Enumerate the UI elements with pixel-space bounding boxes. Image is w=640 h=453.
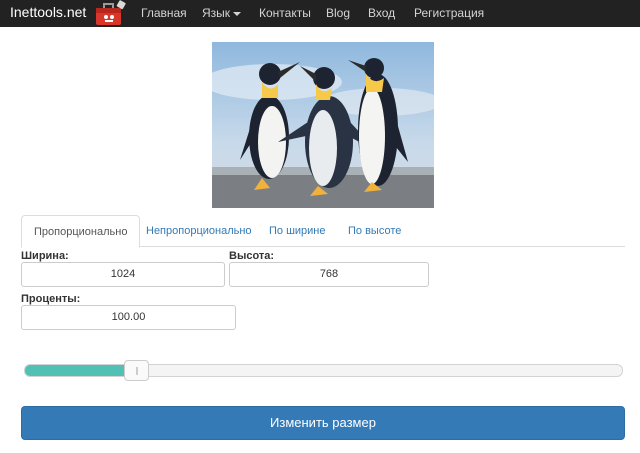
grip-icon — [136, 367, 138, 375]
tab-proportional[interactable]: Пропорционально — [21, 215, 141, 248]
nav-item-contacts[interactable]: Контакты — [259, 6, 311, 20]
nav-item-home[interactable]: Главная — [141, 6, 187, 20]
tab-by-width[interactable]: По ширине — [257, 215, 338, 247]
slider-fill — [25, 365, 124, 376]
caret-down-icon — [233, 11, 242, 16]
height-input[interactable]: 768 — [229, 262, 429, 287]
percent-input[interactable]: 100.00 — [21, 305, 236, 330]
page-heading-cut — [18, 22, 118, 30]
tab-by-height[interactable]: По высоте — [336, 215, 413, 247]
percent-label: Проценты: — [21, 293, 81, 305]
width-label: Ширина: — [21, 250, 69, 262]
slider-handle[interactable] — [124, 360, 149, 381]
nav-item-register[interactable]: Регистрация — [414, 6, 484, 20]
resize-mode-tabs: Пропорционально Непропорционально По шир… — [21, 215, 625, 248]
height-label: Высота: — [229, 250, 275, 262]
nav-item-blog[interactable]: Blog — [326, 6, 350, 20]
brand-link[interactable]: Inettools.net — [10, 4, 86, 20]
tab-non-proportional[interactable]: Непропорционально — [134, 215, 264, 247]
scale-slider[interactable] — [24, 360, 623, 381]
nav-item-language-label: Язык — [202, 6, 231, 20]
resize-button[interactable]: Изменить размер — [21, 406, 625, 440]
nav-item-language[interactable]: Язык — [202, 6, 242, 20]
nav-item-login[interactable]: Вход — [368, 6, 395, 20]
preview-image — [212, 42, 434, 208]
width-input[interactable]: 1024 — [21, 262, 225, 287]
